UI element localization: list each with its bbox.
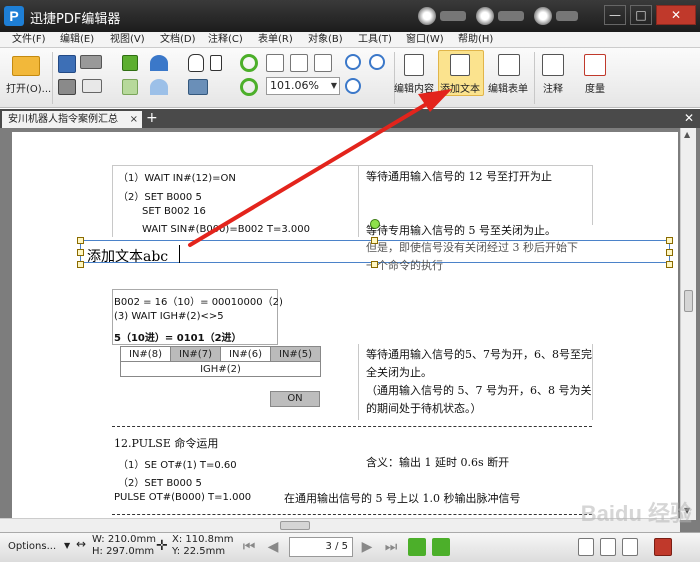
status-bar: Options... ▼ ↔ W: 210.0mm H: 297.0mm ✛ X…: [0, 532, 700, 562]
single-page-icon[interactable]: [578, 538, 594, 556]
last-page-icon[interactable]: ⏭: [382, 538, 400, 556]
cursor-y: Y: 22.5mm: [172, 546, 226, 557]
page-total: / 5: [335, 541, 348, 552]
page-size-icon: ↔: [76, 537, 87, 551]
arrow-line: [188, 94, 442, 247]
page-height: H: 297.0mm: [92, 546, 155, 557]
pdf-icon[interactable]: [654, 538, 672, 556]
current-page: 3: [325, 541, 332, 552]
forward-view-icon[interactable]: [432, 538, 450, 556]
page-width: W: 210.0mm: [92, 534, 156, 545]
back-view-icon[interactable]: [408, 538, 426, 556]
arrow-head: [418, 89, 452, 112]
two-page-icon[interactable]: [622, 538, 638, 556]
prev-page-icon[interactable]: ◀: [264, 538, 282, 556]
options-button[interactable]: Options...: [8, 541, 56, 552]
first-page-icon[interactable]: ⏮: [240, 538, 258, 556]
annotation-arrow: [188, 89, 452, 247]
next-page-icon[interactable]: ▶: [358, 538, 376, 556]
chevron-down-icon[interactable]: ▼: [64, 541, 70, 550]
cursor-x: X: 110.8mm: [172, 534, 234, 545]
page-number-input[interactable]: 3 / 5: [289, 537, 353, 557]
continuous-page-icon[interactable]: [600, 538, 616, 556]
watermark-logo: Baidu 经验: [580, 501, 692, 526]
cursor-position-icon: ✛: [156, 538, 168, 554]
